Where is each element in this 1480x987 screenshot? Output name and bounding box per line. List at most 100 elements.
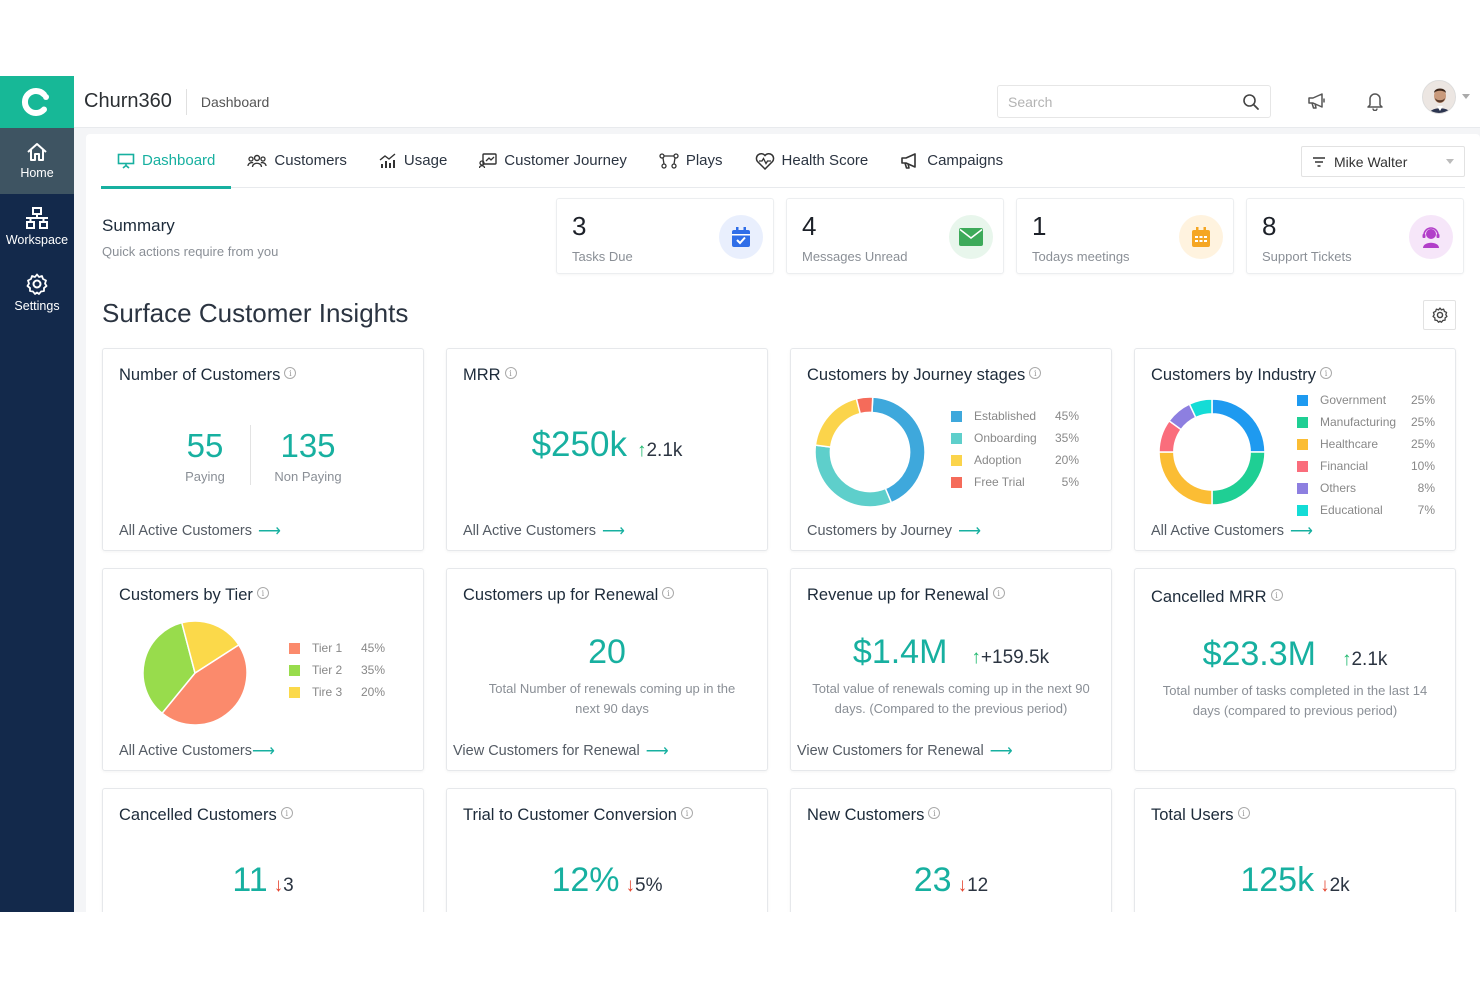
legend-item-tier-1[interactable]: Tier 1 45% bbox=[289, 637, 385, 659]
stat-support-tickets[interactable]: 8 Support Tickets bbox=[1246, 198, 1464, 274]
divider bbox=[250, 425, 251, 485]
slice-onboarding[interactable] bbox=[814, 444, 893, 508]
legend-swatch bbox=[289, 664, 300, 676]
cancelled-mrr-value: $23.3M bbox=[1202, 635, 1316, 673]
info-icon[interactable]: i bbox=[1237, 807, 1250, 819]
tab-plays[interactable]: Plays bbox=[643, 134, 739, 188]
legend-item-educational[interactable]: Educational 7% bbox=[1297, 499, 1435, 521]
trial-conversion-value: 12% bbox=[551, 861, 620, 899]
breadcrumb[interactable]: Dashboard bbox=[201, 94, 270, 110]
plays-icon bbox=[659, 152, 679, 169]
app-logo[interactable] bbox=[0, 76, 74, 128]
stat-label: Support Tickets bbox=[1262, 249, 1352, 264]
legend-item-free-trial[interactable]: Free Trial 5% bbox=[951, 471, 1079, 493]
chevron-down-icon bbox=[1446, 159, 1454, 164]
info-icon[interactable]: i bbox=[928, 807, 941, 819]
avatar-menu-caret[interactable] bbox=[1462, 94, 1470, 99]
legend-item-financial[interactable]: Financial 10% bbox=[1297, 455, 1435, 477]
legend-label: Manufacturing bbox=[1320, 415, 1397, 429]
legend-item-government[interactable]: Government 25% bbox=[1297, 389, 1435, 411]
notifications-button[interactable] bbox=[1364, 90, 1386, 112]
all-active-customers-link[interactable]: All Active Customers ⟶ bbox=[1151, 521, 1313, 541]
view-customers-for-renewal-link[interactable]: View Customers for Renewal ⟶ bbox=[453, 741, 669, 761]
info-icon[interactable]: i bbox=[1029, 367, 1042, 379]
legend-value: 20% bbox=[1054, 453, 1079, 467]
tier-legend: Tier 1 45% Tier 2 35% Tire 3 20% bbox=[289, 637, 385, 703]
legend-item-others[interactable]: Others 8% bbox=[1297, 477, 1435, 499]
tab-health-score[interactable]: Health Score bbox=[739, 134, 885, 188]
slice-healthcare[interactable] bbox=[1158, 451, 1213, 506]
sidebar-item-settings[interactable]: Settings bbox=[0, 260, 74, 326]
app-window: Home Workspace Settings Churn360 Dashboa… bbox=[0, 76, 1480, 912]
all-active-customers-link[interactable]: All Active Customers ⟶ bbox=[119, 741, 275, 761]
heart-pulse-icon bbox=[755, 152, 774, 170]
insights-settings-button[interactable] bbox=[1423, 300, 1456, 330]
card-new-customers: New Customers i 23 ↓12 bbox=[790, 788, 1112, 912]
slice-government[interactable] bbox=[1211, 398, 1266, 453]
journey-donut-chart bbox=[814, 396, 926, 508]
stat-messages-unread[interactable]: 4 Messages Unread bbox=[786, 198, 1004, 274]
tab-label: Dashboard bbox=[142, 152, 216, 169]
tab-usage[interactable]: Usage bbox=[363, 134, 463, 188]
view-customers-for-renewal-link[interactable]: View Customers for Renewal ⟶ bbox=[797, 741, 1013, 761]
delta-value: 2.1k bbox=[1351, 649, 1388, 670]
renewal-metric: 20 bbox=[447, 633, 767, 672]
tab-customers[interactable]: Customers bbox=[231, 134, 363, 188]
legend-item-established[interactable]: Established 45% bbox=[951, 405, 1079, 427]
stat-value: 8 bbox=[1262, 211, 1277, 241]
slice-established[interactable] bbox=[871, 396, 926, 504]
paying-metric: 55 Paying bbox=[169, 427, 241, 484]
info-icon[interactable]: i bbox=[1270, 589, 1283, 601]
tab-dashboard[interactable]: Dashboard bbox=[101, 134, 232, 189]
legend-label: Healthcare bbox=[1320, 437, 1379, 451]
journey-icon bbox=[479, 152, 497, 168]
all-active-customers-link[interactable]: All Active Customers ⟶ bbox=[463, 521, 625, 541]
tab-customer-journey[interactable]: Customer Journey bbox=[463, 134, 643, 188]
legend-item-onboarding[interactable]: Onboarding 35% bbox=[951, 427, 1079, 449]
sidebar-item-workspace[interactable]: Workspace bbox=[0, 194, 74, 260]
delta-value: 3 bbox=[283, 875, 294, 896]
info-icon[interactable]: i bbox=[284, 367, 297, 379]
search-input[interactable] bbox=[1008, 93, 1242, 110]
user-filter-select[interactable]: Mike Walter bbox=[1301, 146, 1465, 177]
megaphone-icon bbox=[901, 152, 917, 169]
legend-swatch bbox=[289, 686, 300, 698]
card-revenue-up-for-renewal: Revenue up for Renewal i $1.4M ↑+159.5k T… bbox=[790, 568, 1112, 771]
search-icon[interactable] bbox=[1242, 93, 1260, 111]
stat-todays-meetings[interactable]: 1 Todays meetings bbox=[1016, 198, 1234, 274]
tier-pie-chart bbox=[142, 620, 248, 726]
arrow-right-icon: ⟶ bbox=[251, 743, 275, 760]
legend-item-healthcare[interactable]: Healthcare 25% bbox=[1297, 433, 1435, 455]
legend-item-manufacturing[interactable]: Manufacturing 25% bbox=[1297, 411, 1435, 433]
delta-value: 12 bbox=[967, 875, 989, 896]
tab-campaigns[interactable]: Campaigns bbox=[884, 134, 1019, 188]
sidebar-item-home[interactable]: Home bbox=[0, 128, 74, 194]
info-icon[interactable]: i bbox=[280, 807, 293, 819]
all-active-customers-link[interactable]: All Active Customers ⟶ bbox=[119, 521, 281, 541]
legend-swatch bbox=[951, 476, 962, 488]
slice-adoption[interactable] bbox=[814, 397, 862, 448]
search-box bbox=[997, 85, 1271, 118]
slice-manufacturing[interactable] bbox=[1211, 451, 1266, 506]
info-icon[interactable]: i bbox=[1320, 367, 1333, 379]
legend-item-tier-2[interactable]: Tier 2 35% bbox=[289, 659, 385, 681]
info-icon[interactable]: i bbox=[504, 367, 517, 379]
customers-by-journey-link[interactable]: Customers by Journey ⟶ bbox=[807, 521, 981, 541]
legend-item-adoption[interactable]: Adoption 20% bbox=[951, 449, 1079, 471]
info-icon[interactable]: i bbox=[256, 587, 269, 599]
delta-value: 2.1k bbox=[646, 440, 683, 461]
info-icon[interactable]: i bbox=[992, 587, 1005, 599]
legend-swatch bbox=[1297, 504, 1308, 516]
slice-free-trial[interactable] bbox=[855, 396, 874, 415]
card-title: Revenue up for Renewal bbox=[807, 586, 989, 604]
announcements-button[interactable] bbox=[1306, 90, 1328, 112]
tab-label: Customers bbox=[274, 152, 347, 169]
info-icon[interactable]: i bbox=[680, 807, 693, 819]
cancelled-mrr-description: Total number of tasks completed in the l… bbox=[1162, 683, 1428, 718]
legend-item-tire-3[interactable]: Tire 3 20% bbox=[289, 681, 385, 703]
info-icon[interactable]: i bbox=[662, 587, 675, 599]
arrow-up-icon: ↑ bbox=[971, 647, 981, 668]
user-avatar[interactable] bbox=[1422, 80, 1456, 114]
card-customers-by-tier: Customers by Tier i Tier 1 45% Tier 2 35% Tir… bbox=[102, 568, 424, 771]
stat-tasks-due[interactable]: 3 Tasks Due bbox=[556, 198, 774, 274]
